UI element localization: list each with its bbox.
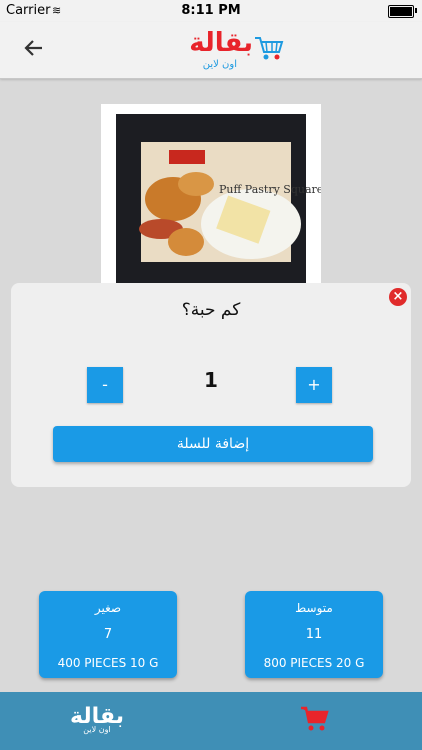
- back-arrow-icon[interactable]: [20, 34, 48, 62]
- product-image: Puff Pastry Squares: [101, 104, 321, 286]
- bottom-bar: بقالة اون لاين: [0, 692, 422, 750]
- increase-quantity-button[interactable]: +: [296, 367, 332, 403]
- bottom-home-logo[interactable]: بقالة اون لاين: [70, 704, 124, 734]
- quantity-dialog: × كم حبة؟ - 1 + إضافة للسلة: [11, 283, 411, 487]
- clock: 8:11 PM: [181, 3, 241, 18]
- size-description: 400 PIECES 10 G: [57, 656, 159, 670]
- size-price: 11: [305, 627, 323, 642]
- status-bar: Carrier ≋ 8:11 PM: [0, 0, 422, 22]
- top-nav-bar: بقالة اون لاين: [0, 22, 422, 79]
- quantity-question: كم حبة؟: [181, 300, 241, 320]
- size-price: 7: [103, 627, 113, 642]
- app-logo: بقالة اون لاين: [155, 26, 285, 76]
- size-name: صغير: [94, 601, 122, 615]
- battery-icon: [388, 5, 414, 18]
- package-text: Puff Pastry Squares: [219, 183, 321, 196]
- size-option-small[interactable]: صغير 7 400 PIECES 10 G: [39, 591, 177, 678]
- size-name: متوسط: [295, 601, 333, 615]
- cart-icon[interactable]: [300, 704, 330, 734]
- logo-title: بقالة: [189, 28, 253, 58]
- add-to-cart-button[interactable]: إضافة للسلة: [53, 426, 373, 462]
- logo-subtitle: اون لاين: [202, 59, 237, 70]
- logo-cart-icon: [255, 37, 284, 60]
- decrease-quantity-button[interactable]: -: [87, 367, 123, 403]
- size-option-medium[interactable]: متوسط 11 800 PIECES 20 G: [245, 591, 383, 678]
- quantity-value: 1: [204, 368, 218, 392]
- size-description: 800 PIECES 20 G: [263, 656, 365, 670]
